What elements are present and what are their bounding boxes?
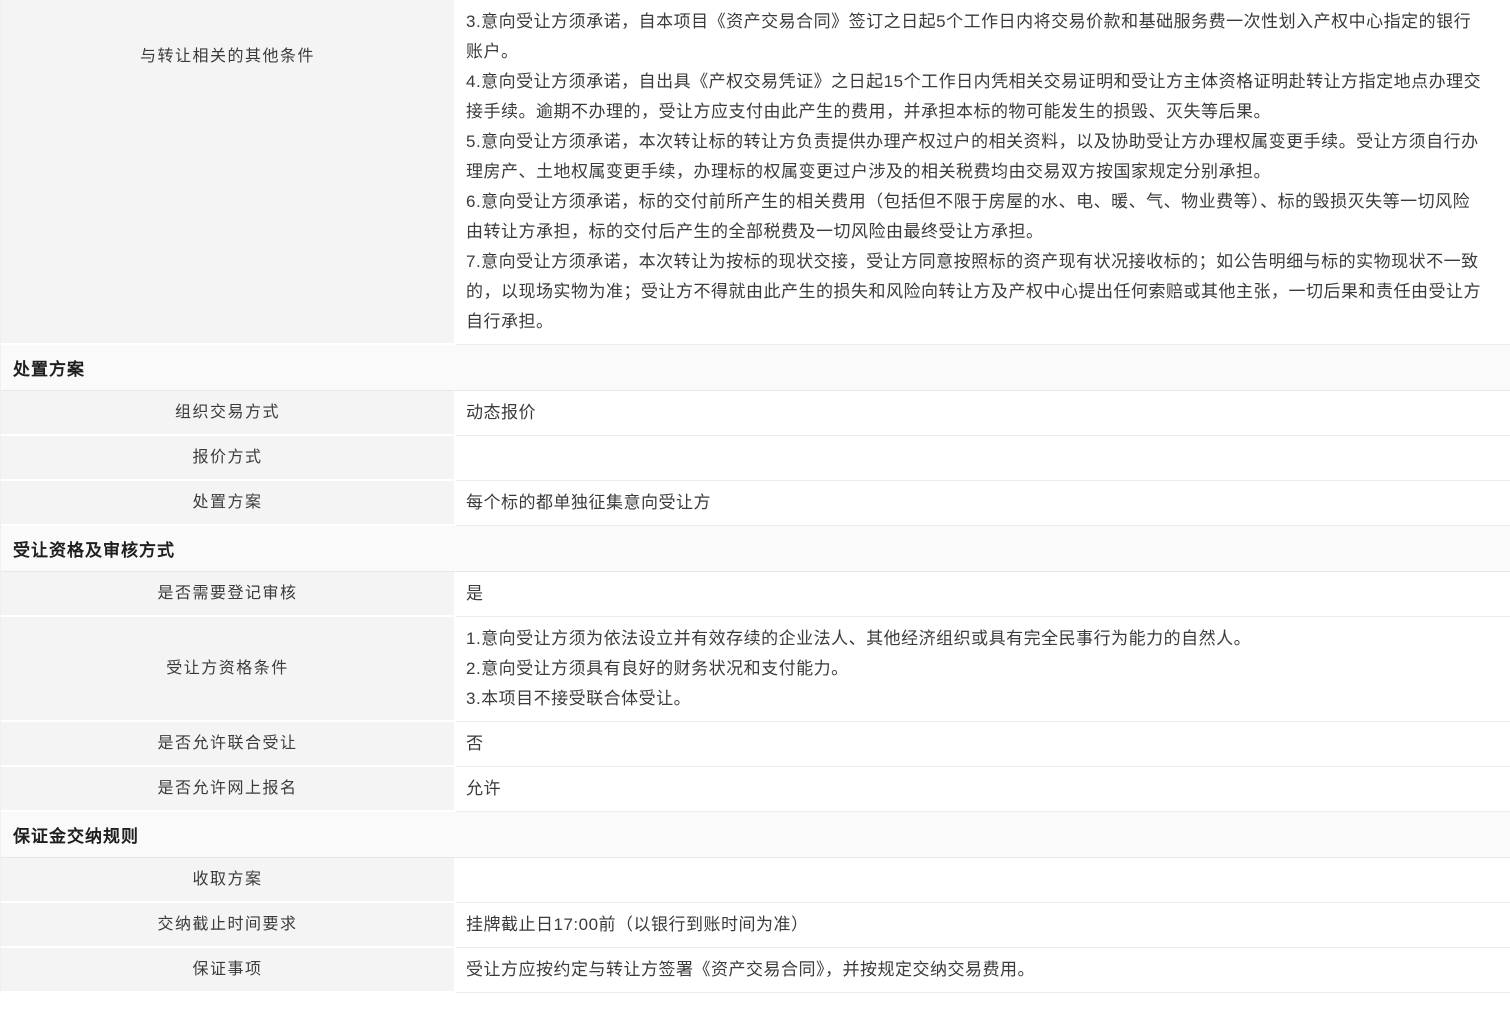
row-value: 动态报价 xyxy=(456,391,1510,436)
section-title: 受让资格及审核方式 xyxy=(13,536,175,561)
row-label: 组织交易方式 xyxy=(1,391,456,436)
row-label: 是否允许联合受让 xyxy=(1,722,456,767)
condition-paragraph: 6.意向受让方须承诺，标的交付前所产生的相关费用（包括但不限于房屋的水、电、暖、… xyxy=(466,187,1482,247)
qualification-paragraph: 1.意向受让方须为依法设立并有效存续的企业法人、其他经济组织或具有完全民事行为能… xyxy=(466,624,1482,654)
table-row-trade-method: 组织交易方式 动态报价 xyxy=(1,391,1510,436)
row-value: 是 xyxy=(456,572,1510,617)
row-label: 收取方案 xyxy=(1,858,456,903)
condition-paragraph: 7.意向受让方须承诺，本次转让为按标的现状交接，受让方同意按照标的资产现有状况接… xyxy=(466,247,1482,337)
table-row-quote-method: 报价方式 xyxy=(1,436,1510,481)
table-row-guarantee-items: 保证事项 受让方应按约定与转让方签署《资产交易合同》，并按规定交纳交易费用。 xyxy=(1,948,1510,993)
row-value xyxy=(456,858,1510,903)
qualification-paragraph: 2.意向受让方须具有良好的财务状况和支付能力。 xyxy=(466,654,1482,684)
row-label: 保证事项 xyxy=(1,948,456,993)
row-value: 1.意向受让方须为依法设立并有效存续的企业法人、其他经济组织或具有完全民事行为能… xyxy=(456,617,1510,722)
row-value xyxy=(456,436,1510,481)
condition-paragraph: 3.意向受让方须承诺，自本项目《资产交易合同》签订之日起5个工作日内将交易价款和… xyxy=(466,7,1482,67)
row-value: 挂牌截止日17:00前（以银行到账时间为准） xyxy=(456,903,1510,948)
row-label: 交纳截止时间要求 xyxy=(1,903,456,948)
row-label: 是否允许网上报名 xyxy=(1,767,456,812)
row-label: 报价方式 xyxy=(1,436,456,481)
row-value: 允许 xyxy=(456,767,1510,812)
condition-paragraph: 5.意向受让方须承诺，本次转让标的转让方负责提供办理产权过户的相关资料，以及协助… xyxy=(466,127,1482,187)
section-title: 处置方案 xyxy=(13,355,85,380)
row-value: 每个标的都单独征集意向受让方 xyxy=(456,481,1510,526)
section-header-deposit: 保证金交纳规则 xyxy=(1,812,1510,858)
row-value: 3.意向受让方须承诺，自本项目《资产交易合同》签订之日起5个工作日内将交易价款和… xyxy=(456,0,1510,345)
qualification-paragraph: 3.本项目不接受联合体受让。 xyxy=(466,684,1482,714)
section-header-qualification: 受让资格及审核方式 xyxy=(1,526,1510,572)
row-value: 否 xyxy=(456,722,1510,767)
table-row-other-conditions: 与转让相关的其他条件 3.意向受让方须承诺，自本项目《资产交易合同》签订之日起5… xyxy=(1,0,1510,345)
row-label: 与转让相关的其他条件 xyxy=(1,0,456,345)
table-row-registration-review: 是否需要登记审核 是 xyxy=(1,572,1510,617)
table-row-payment-deadline: 交纳截止时间要求 挂牌截止日17:00前（以银行到账时间为准） xyxy=(1,903,1510,948)
table-row-joint-transfer: 是否允许联合受让 否 xyxy=(1,722,1510,767)
row-label: 处置方案 xyxy=(1,481,456,526)
condition-paragraph: 4.意向受让方须承诺，自出具《产权交易凭证》之日起15个工作日内凭相关交易证明和… xyxy=(466,67,1482,127)
table-row-online-signup: 是否允许网上报名 允许 xyxy=(1,767,1510,812)
table-row-collection-plan: 收取方案 xyxy=(1,858,1510,903)
listing-detail-table: 与转让相关的其他条件 3.意向受让方须承诺，自本项目《资产交易合同》签订之日起5… xyxy=(0,0,1510,993)
table-row-disposal-plan: 处置方案 每个标的都单独征集意向受让方 xyxy=(1,481,1510,526)
table-row-transferee-qualification: 受让方资格条件 1.意向受让方须为依法设立并有效存续的企业法人、其他经济组织或具… xyxy=(1,617,1510,722)
section-title: 保证金交纳规则 xyxy=(13,822,139,847)
section-header-disposal: 处置方案 xyxy=(1,345,1510,391)
row-label: 受让方资格条件 xyxy=(1,617,456,722)
row-label: 是否需要登记审核 xyxy=(1,572,456,617)
row-value: 受让方应按约定与转让方签署《资产交易合同》，并按规定交纳交易费用。 xyxy=(456,948,1510,993)
